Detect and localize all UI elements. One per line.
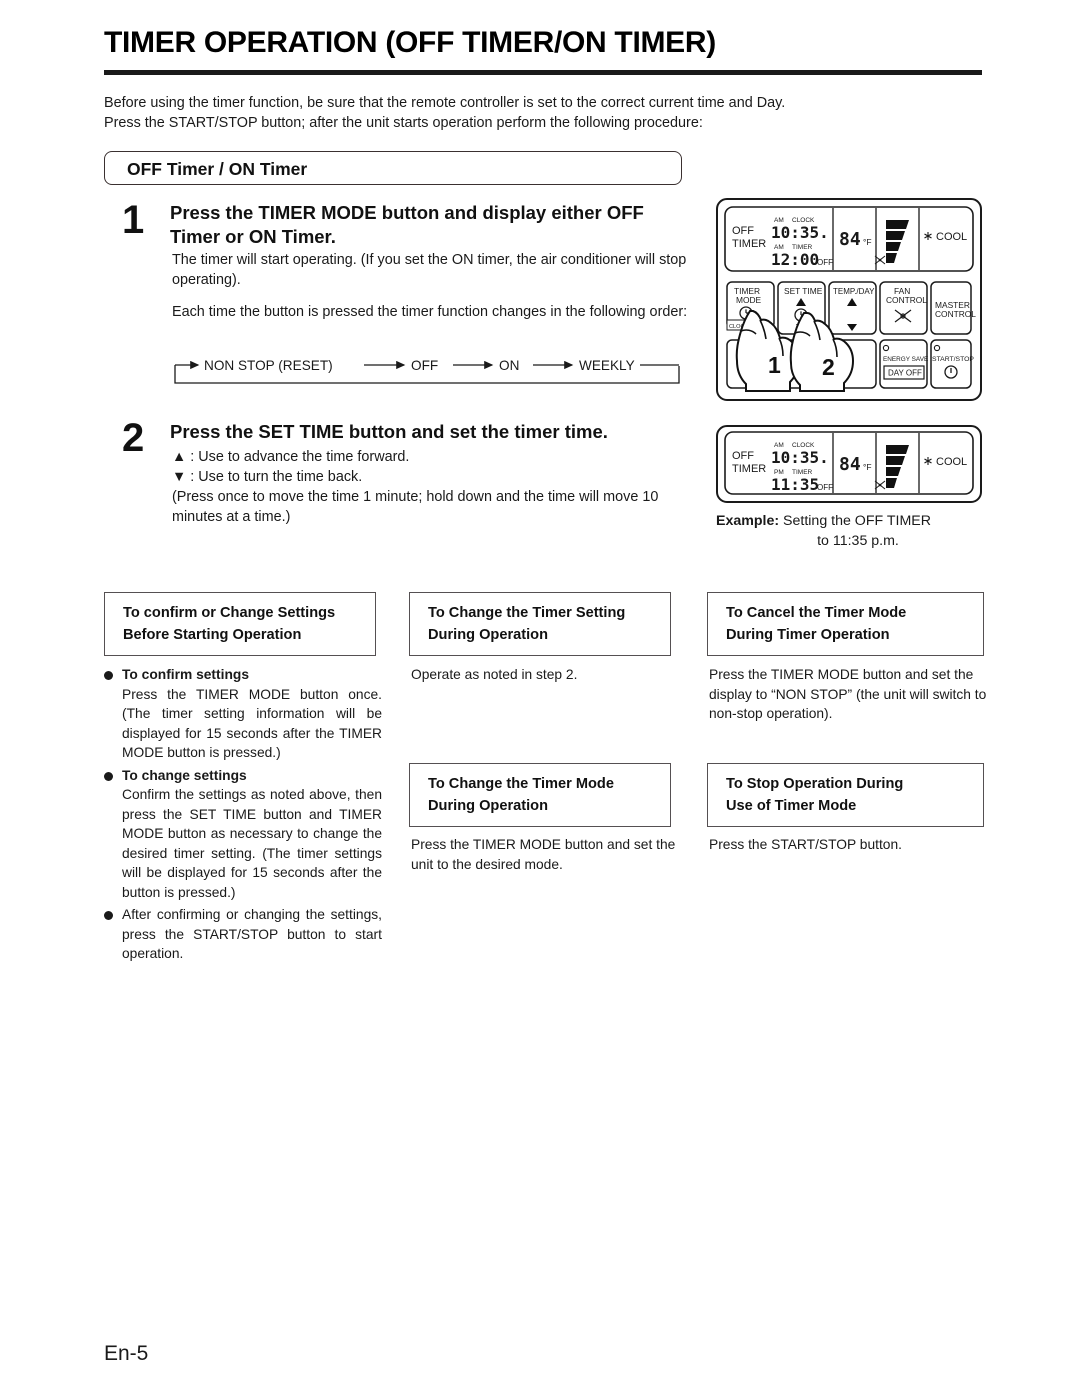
intro-line-1: Before using the timer function, be sure… [104, 95, 786, 111]
intro-line-2: Press the START/STOP button; after the u… [104, 115, 703, 131]
box-c1-line-1: To Cancel the Timer Mode [726, 605, 907, 621]
lcd1-temperature-unit: °F [863, 237, 872, 247]
button-timer-mode-line-2: MODE [736, 295, 762, 305]
box-c1-line-2: During Timer Operation [726, 627, 890, 643]
box-c2-line-2: Use of Timer Mode [726, 798, 857, 814]
bullet-a3-body: After confirming or changing the setting… [122, 907, 382, 961]
remote-controller-illustration: OFF TIMER AM CLOCK 10:35. AM TIMER 12:00… [716, 198, 982, 401]
step-2-number: 2 [122, 416, 145, 460]
bullet-a2-body: Confirm the settings as noted above, the… [122, 787, 382, 900]
section-header-box: OFF Timer / ON Timer [104, 151, 682, 185]
box-stop-operation: To Stop Operation During Use of Timer Mo… [707, 763, 984, 827]
box-c2-line-1: To Stop Operation During [726, 776, 904, 792]
lcd1-temperature: 84 [839, 229, 861, 250]
lcd2-mode-line-2: TIMER [732, 463, 766, 475]
box-b2-line-1: To Change the Timer Mode [428, 776, 614, 792]
list-item: After confirming or changing the setting… [104, 905, 382, 964]
lcd2-operation-mode: COOL [936, 456, 967, 468]
lcd1-mode-line-2: TIMER [732, 238, 766, 250]
box-a-line-1: To confirm or Change Settings [123, 605, 336, 621]
bullet-a1-head: To confirm settings [122, 667, 249, 682]
example-line-1: Setting the OFF TIMER [779, 513, 931, 529]
step-1-paragraph-1: The timer will start operating. (If you … [172, 252, 687, 288]
box-change-timer-setting: To Change the Timer Setting During Opera… [409, 592, 671, 656]
box-b2-line-2: During Operation [428, 798, 548, 814]
button-master-control-line-2: CONTROL [935, 309, 976, 319]
step-1-paragraph-2: Each time the button is pressed the time… [172, 304, 688, 320]
flow-item-off: OFF [411, 358, 438, 373]
column-c2-content: Press the START/STOP button. [709, 837, 902, 852]
box-a-line-2: Before Starting Operation [123, 627, 302, 643]
bullet-a2-head: To change settings [122, 767, 247, 783]
title-divider [104, 70, 982, 75]
timer-mode-flow-diagram: NON STOP (RESET) OFF ON WEEKLY [172, 355, 682, 387]
button-set-time-label: SET TIME [784, 286, 823, 296]
lcd2-temperature: 84 [839, 454, 861, 475]
page-title: TIMER OPERATION (OFF TIMER/ON TIMER) [104, 26, 716, 59]
button-start-stop-label: START/STOP [932, 356, 974, 363]
lcd2-temperature-unit: °F [863, 462, 872, 472]
bullet-a1-body: Press the TIMER MODE button once. (The t… [122, 686, 382, 761]
page-number: En-5 [104, 1342, 149, 1365]
flow-item-weekly: WEEKLY [579, 358, 635, 373]
step-1-heading: Press the TIMER MODE button and display … [170, 202, 644, 247]
box-cancel-timer-mode: To Cancel the Timer Mode During Timer Op… [707, 592, 984, 656]
flow-item-non-stop: NON STOP (RESET) [204, 358, 333, 373]
list-item: To confirm settings Press the TIMER MODE… [104, 665, 382, 763]
step-2-body: ▲ : Use to advance the time forward. ▼ :… [172, 447, 692, 527]
list-item: To change settings Confirm the settings … [104, 766, 382, 903]
button-energy-save-label: ENERGY SAVE [883, 356, 928, 363]
button-temp-day-label: TEMP./DAY [833, 287, 875, 296]
button-day-off-label: DAY OFF [888, 369, 922, 378]
example-line-2: to 11:35 p.m. [817, 533, 899, 549]
lcd2-clock-time: 10:35. [771, 448, 829, 467]
column-b1-content: Operate as noted in step 2. [411, 667, 578, 682]
lcd1-timer-suffix: OFF [817, 258, 833, 267]
step-2-line-note: (Press once to move the time 1 minute; h… [172, 489, 659, 525]
column-a-content: To confirm settings Press the TIMER MODE… [104, 665, 382, 967]
box-change-timer-mode: To Change the Timer Mode During Operatio… [409, 763, 671, 827]
example-caption: Example: Setting the OFF TIMER to 11:35 … [716, 511, 986, 551]
lcd2-timer-time: 11:35 [771, 475, 819, 494]
hand-number-1: 1 [768, 352, 781, 378]
step-2-line-up: ▲ : Use to advance the time forward. [172, 449, 410, 465]
lcd1-mode-line-1: OFF [732, 225, 754, 237]
box-b1-line-2: During Operation [428, 627, 548, 643]
lcd1-clock-time: 10:35. [771, 223, 829, 242]
manual-page: TIMER OPERATION (OFF TIMER/ON TIMER) Bef… [0, 0, 1080, 1397]
intro-paragraph: Before using the timer function, be sure… [104, 93, 994, 133]
section-header-label: OFF Timer / ON Timer [127, 159, 308, 179]
column-c1-content: Press the TIMER MODE button and set the … [709, 667, 987, 721]
hand-number-2: 2 [822, 354, 835, 380]
lcd2-mode-line-1: OFF [732, 450, 754, 462]
lcd1-operation-mode: COOL [936, 231, 967, 243]
step-1-number: 1 [122, 198, 145, 242]
column-b2-content: Press the TIMER MODE button and set the … [411, 837, 676, 872]
step-2-heading: Press the SET TIME button and set the ti… [170, 421, 608, 442]
example-label: Example: [716, 513, 780, 529]
box-confirm-change-settings: To confirm or Change Settings Before Sta… [104, 592, 376, 656]
remote-display-example: OFF TIMER AM CLOCK 10:35. PM TIMER 11:35… [716, 425, 982, 503]
lcd1-timer-time: 12:00 [771, 250, 819, 269]
flow-item-on: ON [499, 358, 519, 373]
step-2-line-down: ▼ : Use to turn the time back. [172, 469, 363, 485]
button-fan-control-line-2: CONTROL [886, 295, 927, 305]
lcd2-timer-suffix: OFF [817, 483, 833, 492]
box-b1-line-1: To Change the Timer Setting [428, 605, 626, 621]
